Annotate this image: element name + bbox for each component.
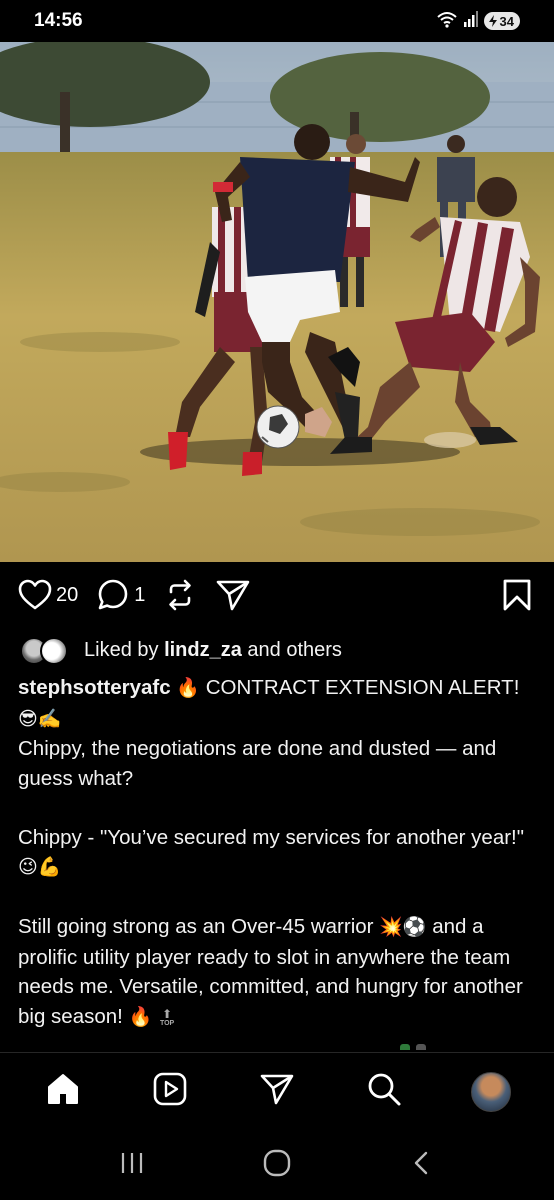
caption-paragraph-1: Chippy, the negotiations are done and du… — [18, 737, 497, 790]
liked-by-suffix[interactable]: and others — [247, 639, 342, 662]
nav-reels[interactable] — [142, 1064, 198, 1120]
profile-avatar[interactable] — [470, 1071, 511, 1112]
back-icon[interactable] — [408, 1149, 436, 1182]
comment-action[interactable]: 1 — [96, 578, 145, 612]
bottom-nav — [0, 1052, 554, 1130]
repost-action[interactable] — [163, 578, 197, 612]
wifi-icon — [436, 10, 458, 33]
repost-icon[interactable] — [163, 578, 197, 612]
battery-level: 34 — [499, 13, 514, 29]
nav-home[interactable] — [35, 1064, 91, 1120]
nav-messages[interactable] — [249, 1064, 305, 1120]
status-time: 14:56 — [34, 10, 83, 31]
comment-count[interactable]: 1 — [134, 584, 145, 607]
top-arrow-icon: ⬆ TOP — [159, 1006, 175, 1027]
avatar[interactable] — [40, 637, 68, 665]
status-bar: 14:56 34 — [0, 0, 554, 42]
search-icon[interactable] — [366, 1071, 402, 1112]
liked-by-prefix: Liked by — [84, 638, 159, 661]
share-icon[interactable] — [215, 578, 251, 612]
fire-emoji: 🔥 — [176, 677, 201, 699]
caption-headline: CONTRACT EXTENSION ALERT! — [205, 676, 520, 699]
collision-ball-emoji: 💥⚽ — [379, 916, 427, 938]
post-photo[interactable] — [0, 42, 554, 562]
share-action[interactable] — [215, 578, 251, 612]
status-icons: 34 — [436, 10, 520, 33]
post-caption: stephsotteryafc 🔥 CONTRACT EXTENSION ALE… — [18, 673, 538, 1032]
caption-username[interactable]: stephsotteryafc — [18, 676, 171, 699]
reels-icon[interactable] — [152, 1071, 188, 1112]
post-action-row: 20 1 — [0, 562, 554, 628]
signal-icon — [463, 10, 478, 32]
home-button-icon[interactable] — [262, 1148, 292, 1183]
nav-profile[interactable] — [463, 1064, 519, 1120]
fire-emoji-end: 🔥 — [128, 1005, 153, 1028]
caption-paragraph-2: Chippy - "You’ve secured my services for… — [18, 825, 525, 849]
bookmark-icon[interactable] — [502, 578, 532, 612]
top-badge-label: TOP — [159, 1019, 175, 1027]
cool-writing-emoji: 😎✍️ — [18, 707, 62, 730]
caption-paragraph-3a: Still going strong as an Over-45 warrior — [18, 915, 374, 938]
liked-by-row[interactable]: Liked by lindz_za and others — [18, 632, 342, 668]
heart-icon[interactable] — [18, 579, 52, 611]
system-nav-bar — [0, 1130, 554, 1200]
comment-icon[interactable] — [96, 578, 130, 612]
bookmark-action[interactable] — [502, 578, 532, 612]
battery-icon: 34 — [483, 12, 520, 30]
nav-search[interactable] — [356, 1064, 412, 1120]
wink-flex-emoji: 😉💪 — [18, 856, 62, 878]
next-post-peek — [400, 1044, 480, 1050]
like-count[interactable]: 20 — [56, 584, 78, 607]
liked-by-user[interactable]: lindz_za — [164, 639, 242, 662]
liker-avatars[interactable] — [18, 635, 74, 665]
recents-icon[interactable] — [118, 1149, 146, 1182]
send-icon[interactable] — [259, 1072, 295, 1111]
home-icon[interactable] — [45, 1071, 81, 1112]
like-action[interactable]: 20 — [18, 579, 78, 611]
